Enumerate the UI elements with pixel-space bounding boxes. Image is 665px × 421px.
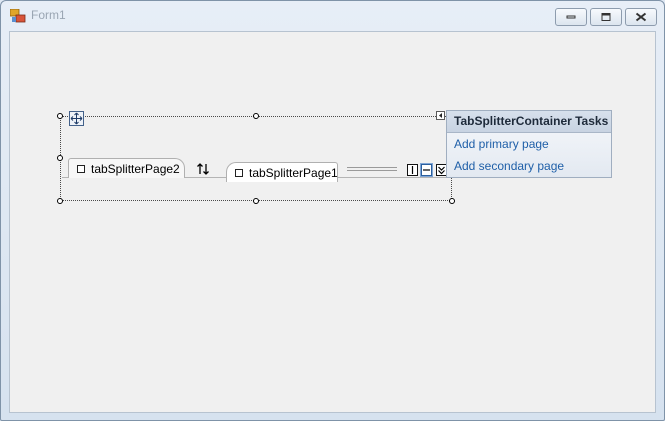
window-title: Form1 bbox=[31, 8, 66, 22]
tab-secondary-page[interactable]: tabSplitterPage2 bbox=[68, 158, 185, 178]
form-icon bbox=[10, 9, 26, 23]
tab-checkbox-icon bbox=[235, 169, 243, 177]
move-icon[interactable] bbox=[69, 111, 84, 126]
add-primary-page-link[interactable]: Add primary page bbox=[447, 133, 611, 155]
tab-primary-page[interactable]: tabSplitterPage1 bbox=[226, 162, 338, 182]
form-client-area[interactable] bbox=[9, 31, 656, 413]
tab-primary-label: tabSplitterPage1 bbox=[249, 166, 338, 180]
vertical-split-icon[interactable] bbox=[407, 164, 418, 176]
resize-handle-top-left[interactable] bbox=[57, 113, 63, 119]
tab-secondary-label: tabSplitterPage2 bbox=[91, 162, 180, 176]
splitter-grip[interactable] bbox=[347, 167, 397, 173]
minimize-button[interactable] bbox=[555, 8, 587, 26]
resize-handle-left[interactable] bbox=[57, 155, 63, 161]
form-window: Form1 bbox=[0, 0, 665, 421]
maximize-icon bbox=[601, 13, 611, 21]
swap-arrows-icon[interactable] bbox=[196, 162, 210, 176]
maximize-button[interactable] bbox=[590, 8, 622, 26]
resize-handle-bottom[interactable] bbox=[253, 198, 259, 204]
close-icon bbox=[635, 12, 647, 22]
resize-handle-top[interactable] bbox=[253, 113, 259, 119]
close-button[interactable] bbox=[625, 8, 657, 26]
tab-checkbox-icon bbox=[77, 165, 85, 173]
resize-handle-bottom-right[interactable] bbox=[449, 198, 455, 204]
tasks-panel-title: TabSplitterContainer Tasks bbox=[447, 111, 611, 133]
horizontal-split-icon[interactable] bbox=[420, 163, 433, 177]
add-secondary-page-link[interactable]: Add secondary page bbox=[447, 155, 611, 177]
minimize-icon bbox=[566, 15, 576, 19]
title-bar[interactable]: Form1 bbox=[1, 1, 664, 31]
resize-handle-bottom-left[interactable] bbox=[57, 198, 63, 204]
smart-tag-tasks-panel: TabSplitterContainer Tasks Add primary p… bbox=[446, 110, 612, 178]
smart-tag-arrow-icon[interactable] bbox=[436, 111, 445, 120]
